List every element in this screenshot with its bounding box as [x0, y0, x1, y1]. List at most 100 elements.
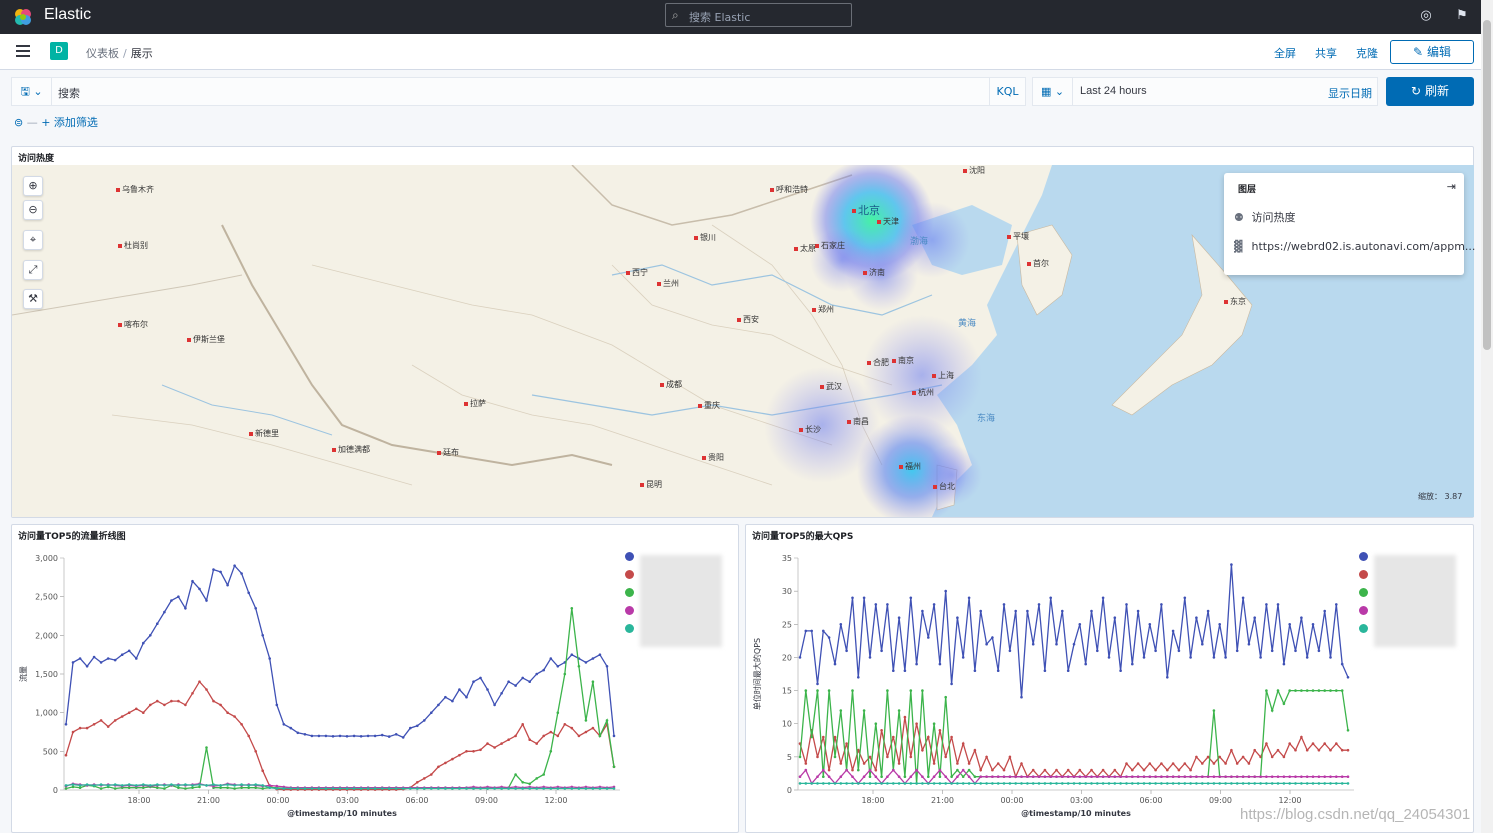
x-tick-label: 21:00	[931, 796, 954, 805]
city-label: 济南	[863, 267, 885, 278]
refresh-button[interactable]: ↻ 刷新	[1386, 77, 1474, 106]
global-search-input[interactable]: ⌕ 搜索 Elastic	[665, 3, 852, 27]
data-point	[416, 787, 419, 790]
data-point	[810, 782, 813, 785]
newsfeed-icon[interactable]: ⚑	[1454, 8, 1470, 24]
data-point	[78, 784, 82, 787]
data-point	[1078, 768, 1082, 772]
data-point	[563, 723, 567, 726]
collapse-icon[interactable]: ⇥	[1447, 180, 1456, 193]
sea-label: 渤海	[910, 237, 929, 247]
data-point	[1166, 775, 1169, 778]
data-point	[549, 750, 553, 753]
space-avatar[interactable]: D	[50, 42, 68, 60]
data-point	[1235, 775, 1239, 778]
data-point	[944, 589, 947, 593]
zoom-in-button[interactable]: ⊕	[23, 176, 43, 196]
data-point	[1206, 755, 1210, 759]
x-tick-label: 00:00	[266, 796, 289, 805]
query-input[interactable]: 搜索	[58, 85, 80, 101]
data-point	[198, 783, 201, 786]
data-point	[598, 734, 602, 738]
legend-swatch	[1359, 606, 1368, 615]
show-dates-link[interactable]: 显示日期	[1328, 85, 1372, 101]
data-point	[1335, 603, 1338, 606]
data-point	[465, 750, 468, 753]
data-point	[310, 787, 314, 790]
city-label: 太原	[794, 243, 816, 254]
locate-button[interactable]: ⌖	[23, 230, 43, 250]
data-point	[1148, 623, 1152, 626]
data-point	[78, 786, 82, 789]
fit-bounds-button[interactable]: ⤢	[23, 260, 43, 280]
data-point	[1288, 742, 1291, 745]
calendar-icon[interactable]: ▦ ⌄	[1033, 78, 1073, 105]
breadcrumb-dashboards[interactable]: 仪表板	[86, 47, 119, 60]
data-point	[1305, 748, 1309, 752]
menu-icon[interactable]	[16, 45, 30, 57]
data-point	[591, 657, 595, 660]
data-point	[479, 787, 482, 790]
data-point	[1294, 689, 1297, 692]
data-point	[950, 735, 953, 739]
share-link[interactable]: 共享	[1315, 45, 1337, 61]
filter-icon[interactable]: ⊜	[14, 116, 23, 129]
y-tick-label: 5	[787, 753, 792, 762]
data-point	[822, 768, 825, 772]
data-point	[1241, 755, 1245, 759]
data-point	[1340, 775, 1344, 778]
data-point	[465, 787, 468, 790]
add-filter-button[interactable]: + 添加筛选	[41, 116, 98, 129]
layer-item[interactable]: ⚉ 访问热度	[1234, 209, 1296, 225]
data-point	[472, 750, 475, 753]
data-point	[862, 775, 866, 778]
data-point	[240, 723, 243, 726]
data-point	[1212, 762, 1216, 765]
data-point	[1002, 775, 1006, 778]
elastic-logo[interactable]	[12, 6, 34, 28]
page-scrollbar[interactable]	[1481, 0, 1493, 833]
data-point	[1101, 782, 1105, 785]
x-axis-label: @timestamp/10 minutes	[1021, 809, 1131, 818]
data-point	[1335, 742, 1338, 745]
layer-item[interactable]: ▓ https://webrd02.is.autonavi.com/appm..…	[1234, 240, 1475, 253]
data-point	[212, 783, 215, 786]
data-point	[486, 787, 489, 790]
data-point	[514, 773, 517, 776]
time-range-value[interactable]: Last 24 hours	[1080, 85, 1147, 97]
data-point	[1206, 609, 1210, 613]
draw-tool-button[interactable]: ⚒	[23, 289, 43, 309]
data-point	[868, 656, 872, 659]
fullscreen-link[interactable]: 全屏	[1274, 45, 1296, 61]
data-point	[816, 755, 819, 759]
data-point	[944, 775, 947, 778]
data-point	[247, 784, 250, 787]
brand-name[interactable]: Elastic	[44, 6, 91, 24]
data-point	[1160, 762, 1163, 765]
data-point	[479, 748, 482, 752]
clone-link[interactable]: 克隆	[1356, 45, 1378, 61]
data-point	[1305, 689, 1309, 692]
data-point	[113, 658, 117, 662]
city-label: 乌鲁木齐	[116, 184, 154, 195]
data-point	[120, 784, 124, 787]
help-icon[interactable]: ◎	[1418, 8, 1434, 24]
data-point	[92, 655, 96, 659]
data-point	[507, 680, 510, 683]
zoom-out-button[interactable]: ⊖	[23, 200, 43, 220]
data-point	[598, 787, 602, 790]
data-point	[880, 782, 883, 785]
edit-button[interactable]: ✎ 编辑	[1390, 40, 1474, 64]
data-point	[816, 682, 819, 686]
data-point	[1026, 782, 1029, 785]
city-label: 杜尚别	[118, 240, 148, 251]
data-point	[927, 782, 930, 785]
saved-query-button[interactable]: 🖫 ⌄	[12, 78, 52, 105]
data-point	[1160, 782, 1163, 785]
data-point	[1037, 775, 1041, 778]
kql-toggle[interactable]: KQL	[989, 78, 1025, 105]
legend-swatch	[625, 570, 634, 579]
data-point	[1183, 782, 1187, 785]
data-point	[956, 762, 959, 765]
data-point	[226, 583, 229, 587]
